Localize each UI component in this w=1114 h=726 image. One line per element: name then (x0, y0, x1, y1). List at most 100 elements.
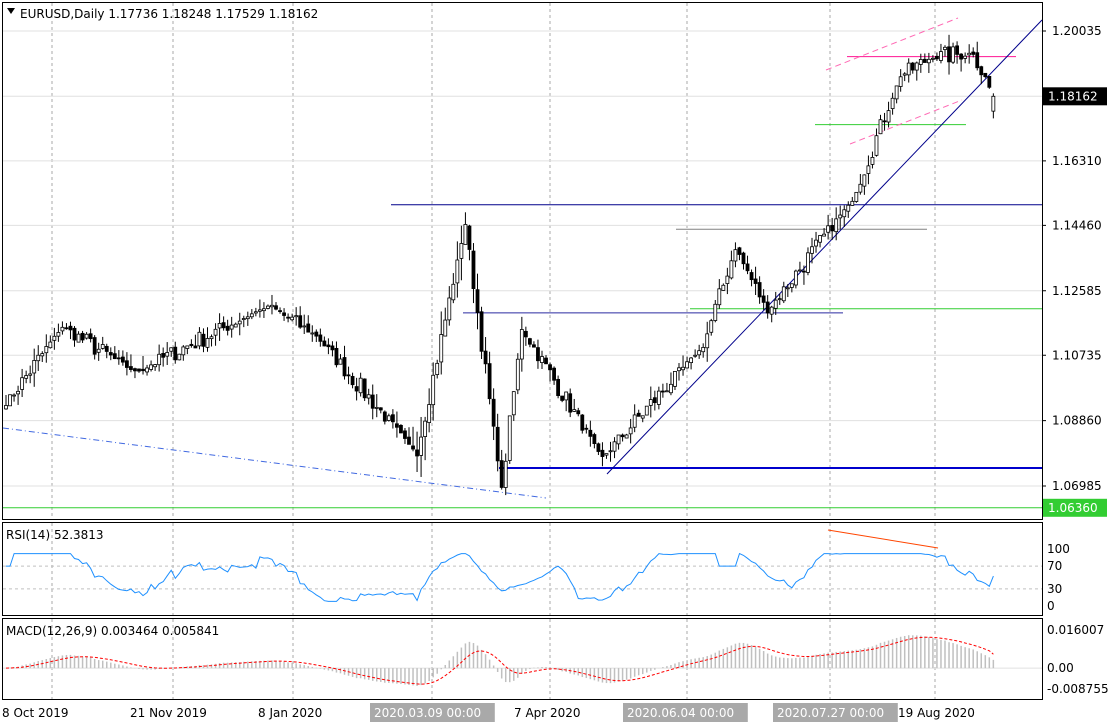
candle-body (64, 327, 69, 330)
candle-body (326, 344, 331, 348)
candle-body (419, 436, 423, 456)
candle-body (588, 429, 593, 437)
candle-body (471, 250, 476, 289)
candle-body (854, 191, 859, 202)
candle-body (540, 356, 544, 363)
candle-body (660, 390, 665, 393)
candle-body (169, 347, 174, 352)
candle-body (846, 204, 851, 212)
candle-body (765, 301, 770, 314)
candle-body (503, 460, 508, 488)
candle-body (374, 406, 379, 409)
candle (854, 191, 859, 203)
candle-body (991, 95, 996, 112)
candle-body (785, 287, 790, 290)
rsi-header: RSI(14) 52.3813 (6, 528, 104, 542)
chart-window: 1.20035 1.18162 1.16310 1.14460 1.12585 1.107… (2, 2, 1109, 722)
candle-body (677, 367, 681, 372)
candle-body (310, 332, 315, 335)
rsi-tick-label: 30 (1047, 582, 1062, 596)
candle-body (850, 200, 855, 206)
candle-body (80, 332, 85, 341)
candle-body (810, 246, 814, 254)
candle-body (890, 97, 895, 110)
candle-body (116, 357, 121, 360)
candle-body (886, 110, 891, 123)
candle-body (141, 368, 145, 372)
candle-body (689, 357, 693, 364)
candle-body (608, 450, 613, 453)
candle-body (753, 278, 758, 284)
candle-body (947, 46, 951, 63)
date-label: 2020.03.09 00:00 (374, 706, 481, 720)
candle-body (644, 405, 649, 416)
candle-body (358, 377, 363, 394)
candle-body (161, 353, 166, 358)
candle-body (52, 335, 57, 341)
candle-body (802, 270, 806, 273)
candle-body (652, 397, 657, 404)
candle-body (294, 315, 299, 318)
candle-body (842, 209, 847, 218)
candle-body (721, 284, 726, 291)
candle-body (241, 318, 246, 321)
candle-body (568, 393, 573, 413)
date-label: 8 Oct 2019 (2, 706, 69, 720)
candle-body (576, 410, 581, 415)
candle-body (741, 252, 746, 265)
current-price-label: 1.18162 (1048, 89, 1098, 103)
date-label: 21 Nov 2019 (130, 706, 207, 720)
macd-header: MACD(12,26,9) 0.003464 0.005841 (6, 624, 219, 638)
candle-body (745, 263, 750, 272)
candle-body (773, 299, 778, 309)
price-tick-label: 1.06985 (1052, 479, 1102, 493)
candle-body (971, 51, 976, 55)
candle (479, 306, 484, 359)
candle-body (761, 295, 766, 303)
price-tick-label: 1.10735 (1052, 348, 1102, 362)
rsi-tick-label: 100 (1047, 542, 1070, 556)
candle-body (205, 338, 210, 348)
price-tick-label: 1.16310 (1052, 154, 1102, 168)
candle-body (24, 375, 29, 379)
candle-body (153, 364, 158, 368)
candle-body (266, 305, 270, 309)
candle-body (366, 394, 371, 399)
candle-body (552, 367, 556, 381)
candle-body (157, 353, 162, 366)
candle-body (528, 338, 532, 345)
candle-body (382, 411, 387, 422)
candle-body (435, 362, 440, 375)
candle-body (350, 376, 355, 386)
candle-body (705, 333, 710, 349)
candle-body (902, 73, 907, 76)
candle-body (334, 347, 339, 366)
candle-body (390, 414, 395, 423)
candle-body (399, 424, 403, 434)
candle-body (914, 62, 919, 71)
candle-body (669, 383, 673, 394)
candle-body (487, 363, 492, 400)
candle-body (125, 360, 129, 368)
date-label: 2020.07.27 00:00 (777, 706, 884, 720)
candle-body (616, 434, 621, 445)
candle-body (249, 313, 254, 318)
candle-body (278, 310, 282, 312)
candle-body (221, 322, 226, 329)
macd-tick-label: 0.016007 (1047, 623, 1104, 637)
candle-body (918, 59, 923, 65)
candle-body (209, 336, 214, 340)
candle-body (4, 405, 8, 410)
candle-body (906, 62, 911, 76)
candle-body (814, 239, 818, 247)
candle-body (475, 289, 480, 313)
candle-body (201, 333, 206, 347)
candle-body (939, 51, 943, 61)
date-label: 7 Apr 2020 (514, 706, 581, 720)
candle-body (459, 243, 464, 259)
candle (399, 424, 403, 434)
candle-body (507, 415, 512, 461)
candle-body (463, 224, 468, 245)
candle-body (818, 235, 822, 243)
candle-body (330, 345, 335, 351)
